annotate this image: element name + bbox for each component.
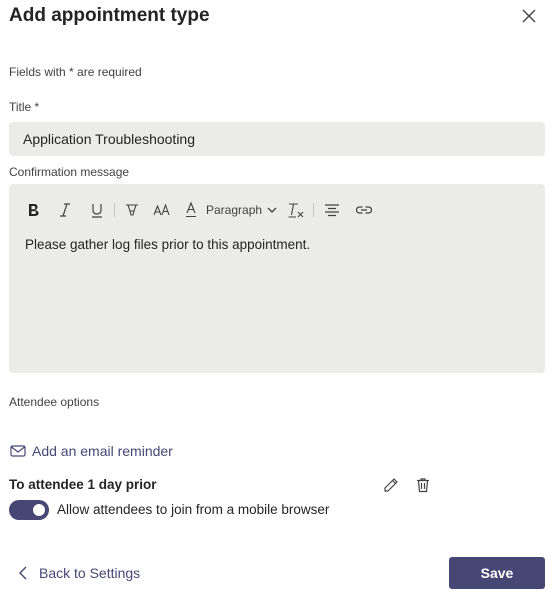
trash-icon (417, 478, 429, 493)
toggle-knob (33, 504, 45, 516)
attendee-options-label: Attendee options (9, 395, 100, 409)
editor-content[interactable]: Please gather log files prior to this ap… (25, 237, 310, 252)
close-button[interactable] (519, 6, 539, 26)
font-color-icon (186, 201, 196, 218)
save-button[interactable]: Save (449, 557, 545, 589)
underline-button[interactable] (87, 198, 107, 222)
close-icon (522, 9, 536, 23)
highlight-icon (126, 204, 138, 216)
font-size-button[interactable] (152, 198, 172, 222)
toolbar-divider (313, 203, 315, 217)
reminder-title: To attendee 1 day prior (9, 477, 157, 492)
title-label: Title * (9, 100, 40, 114)
chevron-down-icon (267, 207, 277, 213)
paragraph-style-label: Paragraph (206, 203, 263, 217)
mobile-browser-toggle[interactable] (9, 500, 49, 520)
add-email-reminder-label: Add an email reminder (32, 443, 173, 459)
font-color-button[interactable] (182, 198, 200, 222)
highlight-button[interactable] (122, 198, 142, 222)
chevron-left-icon (19, 566, 27, 580)
align-center-button[interactable] (321, 198, 343, 222)
confirmation-editor[interactable]: Paragraph Please gather log files prior … (9, 184, 545, 373)
underline-icon (92, 204, 102, 218)
back-to-settings-label: Back to Settings (39, 565, 141, 581)
dialog-header: Add appointment type (9, 5, 549, 29)
confirmation-label: Confirmation message (9, 165, 130, 179)
pencil-icon (384, 478, 398, 492)
mobile-browser-toggle-label: Allow attendees to join from a mobile br… (57, 502, 330, 517)
paragraph-style-select[interactable]: Paragraph (206, 203, 278, 217)
dialog-title: Add appointment type (9, 5, 210, 26)
back-to-settings-link[interactable]: Back to Settings (17, 565, 140, 581)
edit-reminder-button[interactable] (381, 475, 401, 495)
italic-button[interactable] (55, 198, 75, 222)
link-icon (355, 206, 373, 214)
clear-formatting-button[interactable] (286, 198, 306, 222)
editor-toolbar: Paragraph (23, 198, 375, 222)
required-hint: Fields with * are required (9, 65, 142, 79)
delete-reminder-button[interactable] (413, 475, 433, 495)
toolbar-divider (114, 203, 115, 217)
bold-button[interactable] (23, 198, 43, 222)
title-input[interactable] (9, 122, 545, 156)
link-button[interactable] (353, 198, 375, 222)
font-size-icon (153, 203, 170, 216)
align-center-icon (325, 204, 340, 217)
italic-icon (60, 203, 70, 217)
bold-icon (29, 204, 39, 216)
clear-formatting-icon (288, 203, 304, 218)
add-email-reminder-link[interactable]: Add an email reminder (10, 443, 173, 459)
mail-icon (10, 445, 26, 457)
